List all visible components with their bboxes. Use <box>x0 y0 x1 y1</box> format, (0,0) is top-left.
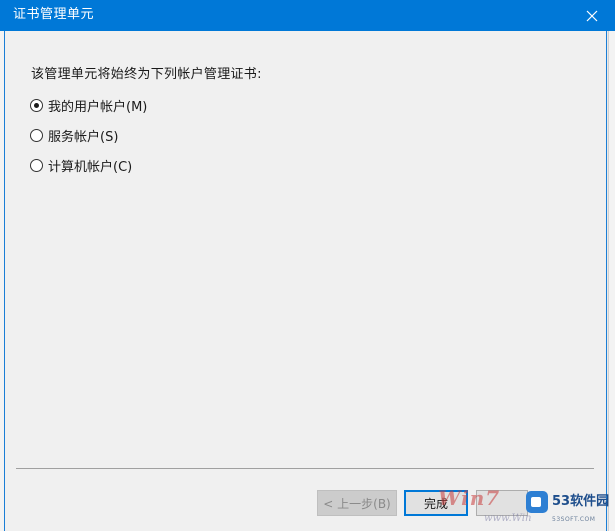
radio-my-user-account[interactable]: 我的用户帐户(M) <box>30 96 148 115</box>
dialog-content: 该管理单元将始终为下列帐户管理证书: 我的用户帐户(M) 服务帐户(S) 计算机… <box>5 31 606 465</box>
screen: 证书管理单元 该管理单元将始终为下列帐户管理证书: 我的用户帐户(M) 服务帐户… <box>0 0 615 531</box>
radio-button[interactable] <box>30 128 43 142</box>
radio-computer-account[interactable]: 计算机帐户(C) <box>30 156 133 175</box>
radio-selected-dot <box>34 102 39 108</box>
win7-watermark: Win7 <box>438 486 501 510</box>
close-icon <box>586 10 598 21</box>
brand-watermark-text: 53软件园 <box>552 494 610 509</box>
win7-watermark-url: www.Win <box>484 513 532 524</box>
radio-button[interactable] <box>30 158 43 172</box>
radio-label: 计算机帐户(C) <box>48 159 133 175</box>
brand-watermark: 53软件园 <box>526 484 610 520</box>
brand-watermark-url: 53SOFT.COM <box>552 516 596 523</box>
brand-logo-icon <box>526 491 548 513</box>
radio-label: 服务帐户(S) <box>48 129 119 145</box>
footer-separator <box>16 468 594 469</box>
dialog-titlebar[interactable]: 证书管理单元 <box>0 0 615 31</box>
background-window-edge-right <box>608 30 615 531</box>
close-button[interactable] <box>569 0 615 31</box>
radio-label: 我的用户帐户(M) <box>48 99 148 115</box>
back-button[interactable]: < 上一步(B) <box>317 490 397 516</box>
radio-button[interactable] <box>30 98 43 112</box>
dialog-title: 证书管理单元 <box>13 7 95 22</box>
account-prompt-label: 该管理单元将始终为下列帐户管理证书: <box>31 67 262 82</box>
radio-service-account[interactable]: 服务帐户(S) <box>30 126 119 145</box>
